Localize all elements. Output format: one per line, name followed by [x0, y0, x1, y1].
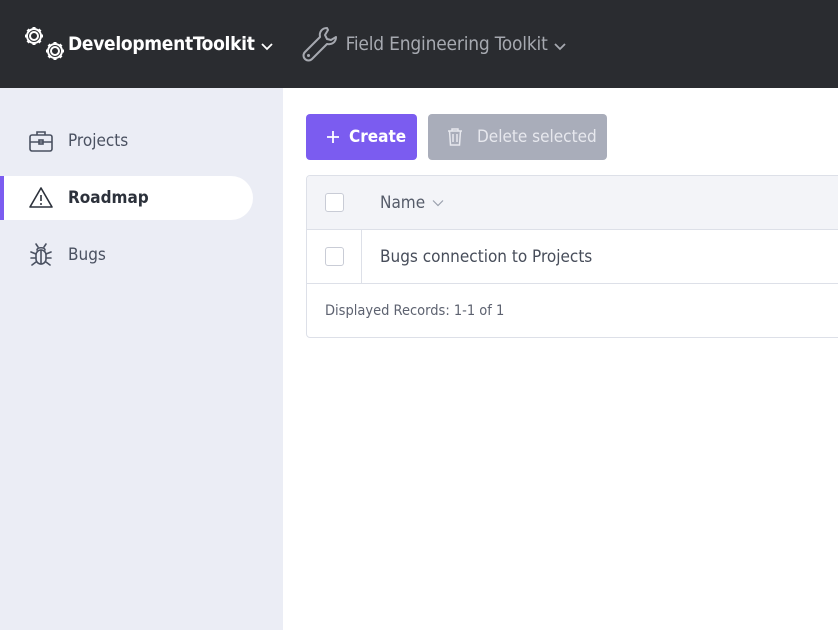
table-row[interactable]: Bugs connection to Projects [307, 230, 838, 284]
chevron-down-icon [553, 43, 566, 51]
app-title-secondary: Field Engineering Toolkit [345, 33, 548, 55]
briefcase-icon [29, 131, 53, 152]
sidebar: Projects Roadmap Bugs [0, 88, 283, 630]
create-button[interactable]: Create [306, 114, 417, 160]
sidebar-item-roadmap[interactable]: Roadmap [0, 176, 253, 220]
sidebar-item-label: Roadmap [68, 188, 149, 208]
app-switcher-field-engineering-toolkit[interactable]: Field Engineering Toolkit [300, 0, 567, 88]
top-bar: DevelopmentToolkit Field Engineering Too… [0, 0, 838, 88]
chevron-down-icon [260, 43, 273, 51]
records-table: Name Bugs connection to Projects Display… [306, 175, 838, 338]
gears-icon [25, 27, 64, 60]
sidebar-item-label: Projects [68, 131, 129, 151]
wrench-icon [302, 27, 337, 62]
table-header: Name [307, 176, 838, 230]
sidebar-item-label: Bugs [68, 245, 106, 265]
create-button-label: Create [349, 127, 407, 147]
sidebar-item-projects[interactable]: Projects [0, 119, 253, 163]
plus-icon [327, 131, 339, 143]
warning-triangle-icon [29, 187, 53, 208]
chevron-down-icon [432, 199, 444, 206]
delete-selected-label: Delete selected [477, 127, 597, 147]
row-select-cell [307, 230, 362, 283]
row-checkbox[interactable] [324, 247, 344, 266]
app-switcher-development-toolkit[interactable]: DevelopmentToolkit [0, 0, 274, 88]
displayed-records-text: Displayed Records: 1-1 of 1 [325, 303, 505, 319]
bug-icon [30, 243, 52, 266]
table-cell-name[interactable]: Bugs connection to Projects [380, 230, 592, 283]
column-header-label: Name [380, 192, 426, 213]
delete-selected-button[interactable]: Delete selected [428, 114, 607, 160]
app-title-primary: DevelopmentToolkit [68, 33, 255, 55]
sidebar-item-bugs[interactable]: Bugs [0, 233, 253, 277]
select-all-checkbox[interactable] [325, 193, 344, 212]
main-content: Create Delete selected Name Bugs connect… [283, 88, 838, 630]
column-header-name[interactable]: Name [380, 176, 444, 229]
trash-icon [448, 128, 462, 146]
select-all-cell [307, 176, 362, 229]
